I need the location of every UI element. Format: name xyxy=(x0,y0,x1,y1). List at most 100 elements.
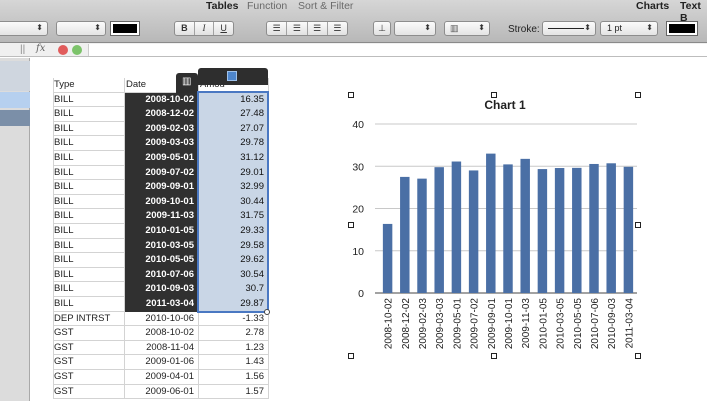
cell-type[interactable]: GST xyxy=(54,341,124,356)
chart-resize-handle[interactable] xyxy=(491,353,497,359)
cell-date[interactable]: 2009-03-03 xyxy=(125,136,197,151)
sidebar-item-selected[interactable] xyxy=(0,92,30,108)
bold-button[interactable]: B xyxy=(175,22,195,35)
cell-date[interactable]: 2010-01-05 xyxy=(125,224,197,239)
chart-bar[interactable] xyxy=(434,167,444,293)
chart-bar[interactable] xyxy=(537,169,548,293)
chart-bar[interactable] xyxy=(520,158,530,293)
tab-sort-filter[interactable]: Sort & Filter xyxy=(298,0,353,12)
chart-bar[interactable] xyxy=(606,163,616,293)
font-family-select[interactable]: ⬍ xyxy=(0,21,48,36)
cell-type[interactable]: GST xyxy=(54,326,124,341)
cell-date[interactable]: 2009-07-02 xyxy=(125,165,197,181)
cell-date[interactable]: 2010-10-06 xyxy=(125,312,197,327)
cell-type[interactable]: BILL xyxy=(54,195,124,210)
align-right-icon[interactable]: ☰ xyxy=(308,22,328,35)
chart-bar[interactable] xyxy=(554,168,565,293)
cell-date[interactable]: 2008-10-02 xyxy=(125,92,197,108)
cell-amount[interactable]: 1.57 xyxy=(199,385,267,400)
cell-type[interactable]: GST xyxy=(54,370,124,385)
chart-bar[interactable] xyxy=(400,176,410,293)
chart-bar[interactable] xyxy=(623,166,634,293)
column-handle[interactable]: ▥ xyxy=(176,73,198,93)
cell-date[interactable]: 2009-09-01 xyxy=(125,180,197,195)
chart-resize-handle[interactable] xyxy=(348,353,354,359)
chart-resize-handle[interactable] xyxy=(635,222,641,228)
chart-bar[interactable] xyxy=(486,153,496,293)
underline-button[interactable]: U xyxy=(214,22,233,35)
vertical-align-button[interactable]: ⊥ xyxy=(373,21,391,36)
chart-resize-handle[interactable] xyxy=(348,92,354,98)
cell-date[interactable]: 2008-10-02 xyxy=(125,326,197,341)
tab-function[interactable]: Function xyxy=(247,0,287,12)
cell-amount[interactable]: -1.33 xyxy=(199,312,267,327)
header-type[interactable]: Type xyxy=(54,78,124,93)
stroke-color-well[interactable] xyxy=(666,21,698,36)
cell-format-select[interactable]: ⬍ xyxy=(394,21,436,36)
chart-bar[interactable] xyxy=(417,178,427,293)
cell-date[interactable]: 2011-03-04 xyxy=(125,297,197,312)
cell-date[interactable]: 2010-09-03 xyxy=(125,282,197,297)
splitter-icon[interactable]: || xyxy=(20,44,25,55)
bar-chart[interactable]: Chart 1 0 10 20 30 40 2008-10-02 2008-12-02 2009… xyxy=(340,95,640,357)
cell-type[interactable]: BILL xyxy=(54,209,124,224)
sidebar-item-table[interactable] xyxy=(0,110,30,126)
chart-bar[interactable] xyxy=(572,167,582,293)
chart-bar[interactable] xyxy=(503,164,513,293)
sidebar-item[interactable] xyxy=(0,61,30,91)
stroke-style-select[interactable]: ⬍ xyxy=(542,21,596,36)
column-header-handle[interactable] xyxy=(198,68,268,85)
tab-charts[interactable]: Charts xyxy=(636,0,669,12)
chart-resize-handle[interactable] xyxy=(348,222,354,228)
cell-date[interactable]: 2010-07-06 xyxy=(125,267,197,283)
italic-button[interactable]: I xyxy=(195,22,215,35)
cell-date[interactable]: 2009-10-01 xyxy=(125,194,197,210)
cell-date[interactable]: 2010-05-05 xyxy=(125,253,197,268)
align-center-icon[interactable]: ☰ xyxy=(287,22,308,35)
cell-type[interactable]: BILL xyxy=(54,151,124,166)
accept-formula-icon[interactable] xyxy=(72,45,82,55)
cell-date[interactable]: 2010-03-05 xyxy=(125,238,197,254)
cell-type[interactable]: BILL xyxy=(54,136,124,151)
cell-date[interactable]: 2008-12-02 xyxy=(125,107,197,122)
cell-type[interactable]: DEP INTRST xyxy=(54,312,124,327)
font-size-select[interactable]: ⬍ xyxy=(56,21,106,36)
cell-type[interactable]: BILL xyxy=(54,180,124,195)
cell-date[interactable]: 2008-11-04 xyxy=(125,341,197,356)
cell-date[interactable]: 2009-05-01 xyxy=(125,151,197,166)
chart-bar[interactable] xyxy=(468,170,479,293)
cell-type[interactable]: BILL xyxy=(54,239,124,254)
stroke-width-select[interactable]: 1 pt ⬍ xyxy=(600,21,658,36)
cell-type[interactable]: GST xyxy=(54,385,124,400)
formula-input[interactable] xyxy=(88,44,707,56)
chart-resize-handle[interactable] xyxy=(635,92,641,98)
function-icon[interactable]: fx xyxy=(36,43,45,54)
text-color-well[interactable] xyxy=(110,21,140,36)
cell-amount[interactable]: 1.43 xyxy=(199,355,267,370)
tab-tables[interactable]: Tables xyxy=(206,0,238,12)
cell-amount[interactable]: 1.56 xyxy=(199,370,267,385)
cell-type[interactable]: GST xyxy=(54,355,124,370)
cell-type[interactable]: BILL xyxy=(54,282,124,297)
cell-type[interactable]: BILL xyxy=(54,268,124,283)
cell-type[interactable]: BILL xyxy=(54,93,124,108)
chart-bar[interactable] xyxy=(589,163,599,293)
cell-borders-select[interactable]: ▥ ⬍ xyxy=(444,21,490,36)
chart-resize-handle[interactable] xyxy=(491,92,497,98)
cell-type[interactable]: BILL xyxy=(54,297,124,312)
cell-amount[interactable]: 1.23 xyxy=(199,341,267,356)
cell-type[interactable]: BILL xyxy=(54,166,124,181)
chart-resize-handle[interactable] xyxy=(635,353,641,359)
cell-date[interactable]: 2009-11-03 xyxy=(125,209,197,224)
cancel-formula-icon[interactable] xyxy=(58,45,68,55)
cell-date[interactable]: 2009-01-06 xyxy=(125,355,197,370)
cell-amount[interactable]: 2.78 xyxy=(199,326,267,341)
cell-type[interactable]: BILL xyxy=(54,224,124,239)
align-left-icon[interactable]: ☰ xyxy=(267,22,288,35)
cell-date[interactable]: 2009-02-03 xyxy=(125,121,197,137)
chart-bar[interactable] xyxy=(382,223,393,293)
cell-date[interactable]: 2009-06-01 xyxy=(125,385,197,400)
cell-date[interactable]: 2009-04-01 xyxy=(125,370,197,385)
selection-resize-handle[interactable] xyxy=(264,308,270,315)
chart-bar[interactable] xyxy=(451,161,462,293)
